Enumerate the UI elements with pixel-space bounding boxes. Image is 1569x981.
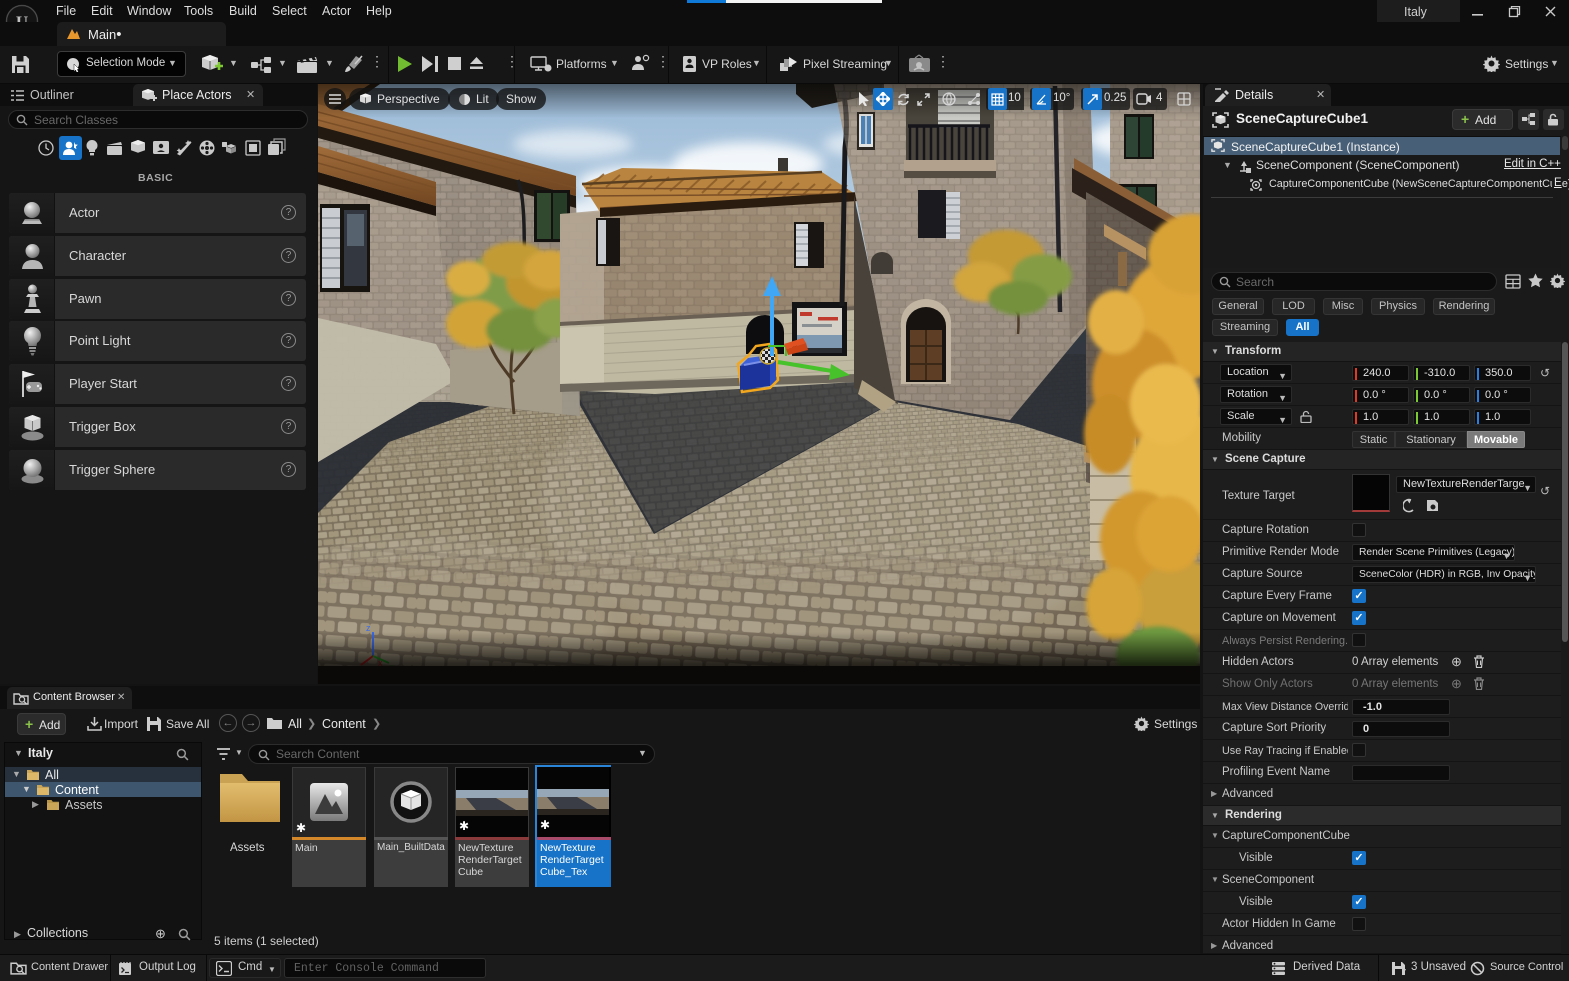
svg-text:z: z <box>366 623 371 633</box>
